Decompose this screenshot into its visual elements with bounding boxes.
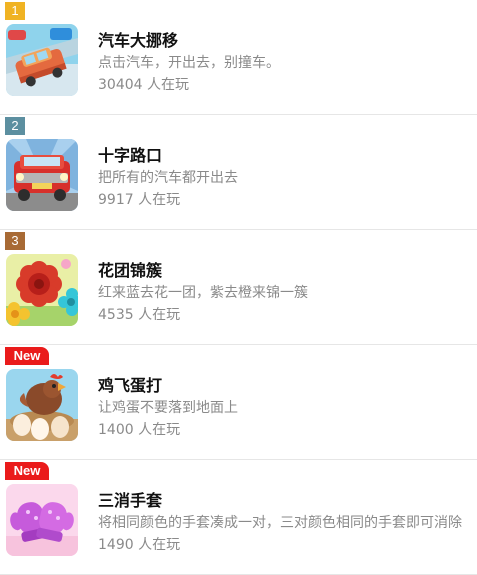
player-count: 30404 人在玩: [98, 77, 189, 93]
new-badge: New: [5, 347, 49, 365]
rank-badge: 2: [5, 117, 25, 135]
flowers-icon[interactable]: [6, 254, 78, 326]
chicken-eggs-icon[interactable]: [6, 369, 78, 441]
player-count: 1400 人在玩: [98, 422, 181, 438]
game-description: 红来蓝去花一团，紫去橙来锦一簇: [98, 285, 308, 301]
rank-badge: 3: [5, 232, 25, 250]
new-badge: New: [5, 462, 49, 480]
player-count: 4535 人在玩: [98, 307, 181, 323]
game-list-item[interactable]: 2 十字路口 把所有的汽车都开出去 9917 人在玩: [0, 115, 477, 230]
rank-badge: 1: [5, 2, 25, 20]
game-list-item[interactable]: 3 花团锦簇 红来蓝去花一团，紫去橙来锦一簇 4535 人在玩: [0, 230, 477, 345]
game-description: 将相同颜色的手套凑成一对，三对颜色相同的手套即可消除: [98, 515, 462, 531]
game-list-item[interactable]: New 鸡飞蛋打 让鸡蛋不要落到地面上 1400 人在玩: [0, 345, 477, 460]
game-title[interactable]: 三消手套: [98, 487, 162, 511]
mittens-icon[interactable]: [6, 484, 78, 556]
game-description: 把所有的汽车都开出去: [98, 170, 238, 186]
game-list-item[interactable]: 1 汽车大挪移 点击汽车，开出去，别撞车。 30404 人在玩: [0, 0, 477, 115]
game-description: 点击汽车，开出去，别撞车。: [98, 55, 280, 71]
car-traffic-icon[interactable]: [6, 24, 78, 96]
game-title[interactable]: 汽车大挪移: [98, 27, 178, 51]
game-list-item[interactable]: New 三消手套 将相同颜色的手套凑成一对，三对颜色相同的手套即可消除 1490…: [0, 460, 477, 575]
game-title[interactable]: 十字路口: [98, 142, 162, 166]
game-title[interactable]: 鸡飞蛋打: [98, 372, 162, 396]
red-truck-icon[interactable]: [6, 139, 78, 211]
player-count: 9917 人在玩: [98, 192, 181, 208]
game-title[interactable]: 花团锦簇: [98, 257, 162, 281]
player-count: 1490 人在玩: [98, 537, 181, 553]
game-description: 让鸡蛋不要落到地面上: [98, 400, 238, 416]
